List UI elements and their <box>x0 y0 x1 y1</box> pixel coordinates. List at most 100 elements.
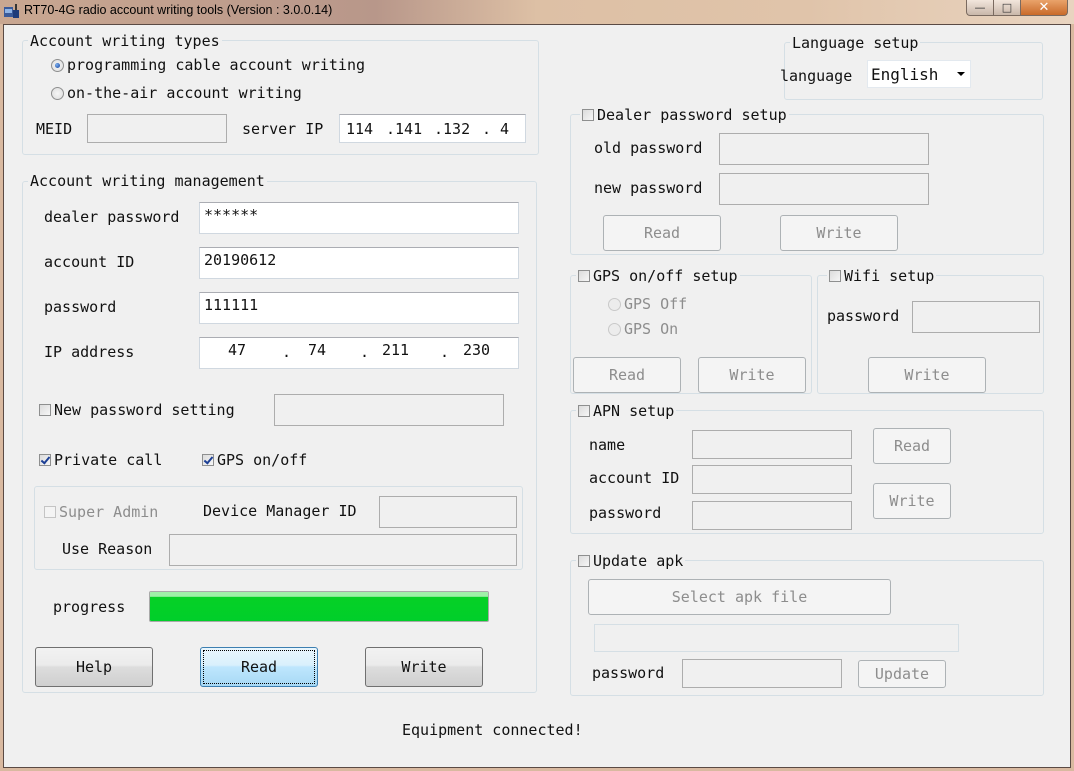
old-password-label: old password <box>594 139 703 157</box>
wifi-write-button[interactable]: Write <box>868 357 986 393</box>
checkbox-disabled-icon <box>44 506 56 518</box>
dealer-password-input[interactable]: ****** <box>199 202 519 234</box>
apn-write-button[interactable]: Write <box>873 483 951 519</box>
server-ip-label: server IP <box>242 120 324 138</box>
radio-unselected-icon <box>51 86 64 100</box>
minimize-icon: — <box>974 1 986 14</box>
wifi-password-label: password <box>827 307 900 325</box>
dealer-password-label: dealer password <box>44 208 180 226</box>
account-id-label: account ID <box>44 253 135 271</box>
help-button[interactable]: Help <box>35 647 153 687</box>
ip-octet-1: 47 <box>228 341 247 359</box>
super-admin-checkbox[interactable]: Super Admin <box>44 503 158 521</box>
server-ip-octet-1: 114 <box>346 119 374 138</box>
checkbox-unchecked-icon <box>578 555 590 567</box>
minimize-button[interactable]: — <box>966 0 994 16</box>
radio-gps-on[interactable]: GPS On <box>608 320 678 338</box>
select-apk-file-button[interactable]: Select apk file <box>588 579 891 615</box>
password-label: password <box>44 298 117 316</box>
progress-label: progress <box>53 598 126 616</box>
radio-gps-off[interactable]: GPS Off <box>608 295 687 313</box>
dealer-password-setup-checkbox[interactable]: Dealer password setup <box>580 106 789 124</box>
account-writing-types-title: Account writing types <box>28 32 222 50</box>
app-icon <box>4 4 19 18</box>
main-window: Account writing types programming cable … <box>3 24 1071 768</box>
ip-dot-3: . <box>440 343 450 361</box>
account-id-input[interactable]: 20190612 <box>199 247 519 279</box>
radio-selected-icon <box>51 58 64 72</box>
dealer-read-button[interactable]: Read <box>603 215 721 251</box>
radio-disabled-icon <box>608 322 621 336</box>
language-label: language <box>780 67 853 85</box>
close-icon: ✕ <box>1038 0 1050 15</box>
checkbox-unchecked-icon <box>578 270 590 282</box>
gps-write-button[interactable]: Write <box>698 357 806 393</box>
use-reason-label: Use Reason <box>62 540 153 558</box>
device-manager-id-label: Device Manager ID <box>203 502 357 520</box>
private-call-checkbox[interactable]: Private call <box>39 451 162 469</box>
window-title: RT70-4G radio account writing tools (Ver… <box>24 3 333 17</box>
close-button[interactable]: ✕ <box>1021 0 1068 16</box>
language-select[interactable]: English <box>867 60 971 88</box>
server-ip-octet-2: .141 <box>386 119 423 138</box>
ip-dot-1: . <box>282 343 292 361</box>
use-reason-input[interactable] <box>169 534 517 566</box>
ip-octet-3: 211 <box>382 341 410 359</box>
apn-password-input[interactable] <box>692 501 852 530</box>
wifi-password-input[interactable] <box>912 301 1040 333</box>
ip-octet-4: 230 <box>463 341 491 359</box>
read-button[interactable]: Read <box>200 647 318 687</box>
checkbox-unchecked-icon <box>39 404 51 416</box>
radio-on-the-air[interactable]: on-the-air account writing <box>51 84 302 102</box>
password-input[interactable]: 111111 <box>199 292 519 324</box>
write-button[interactable]: Write <box>365 647 483 687</box>
server-ip-octet-3: .132 <box>434 119 471 138</box>
ip-address-input[interactable]: 47 . 74 . 211 . 230 <box>199 337 519 369</box>
checkbox-checked-icon <box>202 454 214 466</box>
wifi-setup-checkbox[interactable]: Wifi setup <box>827 267 937 285</box>
checkbox-unchecked-icon <box>582 109 594 121</box>
update-button[interactable]: Update <box>858 660 946 688</box>
apn-read-button[interactable]: Read <box>873 428 951 464</box>
checkbox-unchecked-icon <box>829 270 841 282</box>
gps-onoff-setup-checkbox[interactable]: GPS on/off setup <box>576 267 740 285</box>
dropdown-arrow-icon[interactable] <box>957 72 965 76</box>
old-password-input[interactable] <box>719 133 929 165</box>
update-password-input[interactable] <box>682 659 842 688</box>
checkbox-unchecked-icon <box>578 405 590 417</box>
dealer-new-password-input[interactable] <box>719 173 929 205</box>
checkbox-checked-icon <box>39 454 51 466</box>
new-password-label: new password <box>594 179 703 197</box>
apn-setup-checkbox[interactable]: APN setup <box>576 402 677 420</box>
dealer-write-button[interactable]: Write <box>780 215 898 251</box>
apn-name-label: name <box>589 436 626 454</box>
new-password-input[interactable] <box>274 394 504 426</box>
radio-disabled-icon <box>608 297 621 311</box>
device-manager-id-input[interactable] <box>379 496 517 528</box>
new-password-setting-checkbox[interactable]: New password setting <box>39 401 235 419</box>
meid-label: MEID <box>36 120 73 138</box>
gps-onoff-checkbox[interactable]: GPS on/off <box>202 451 307 469</box>
apn-account-id-input[interactable] <box>692 465 852 494</box>
server-ip-input[interactable]: 114 .141 .132 . 4 <box>339 114 526 143</box>
gps-read-button[interactable]: Read <box>573 357 681 393</box>
maximize-button[interactable]: □ <box>994 0 1021 16</box>
radio-programming-cable[interactable]: programming cable account writing <box>51 56 365 74</box>
apn-name-input[interactable] <box>692 430 852 459</box>
update-apk-checkbox[interactable]: Update apk <box>576 552 686 570</box>
ip-dot-2: . <box>360 343 370 361</box>
progress-fill <box>150 592 488 621</box>
apn-password-label: password <box>589 504 662 522</box>
ip-octet-2: 74 <box>308 341 327 359</box>
maximize-icon: □ <box>1001 1 1013 14</box>
account-writing-management-title: Account writing management <box>28 172 267 190</box>
apk-file-path-input[interactable] <box>594 624 959 652</box>
meid-input[interactable] <box>87 114 227 143</box>
server-ip-octet-4: . 4 <box>482 119 510 138</box>
status-message: Equipment connected! <box>402 721 583 739</box>
ip-address-label: IP address <box>44 343 135 361</box>
progress-bar <box>149 591 489 622</box>
language-selected-value: English <box>871 64 939 84</box>
title-bar: RT70-4G radio account writing tools (Ver… <box>0 0 1074 24</box>
apn-account-id-label: account ID <box>589 469 680 487</box>
